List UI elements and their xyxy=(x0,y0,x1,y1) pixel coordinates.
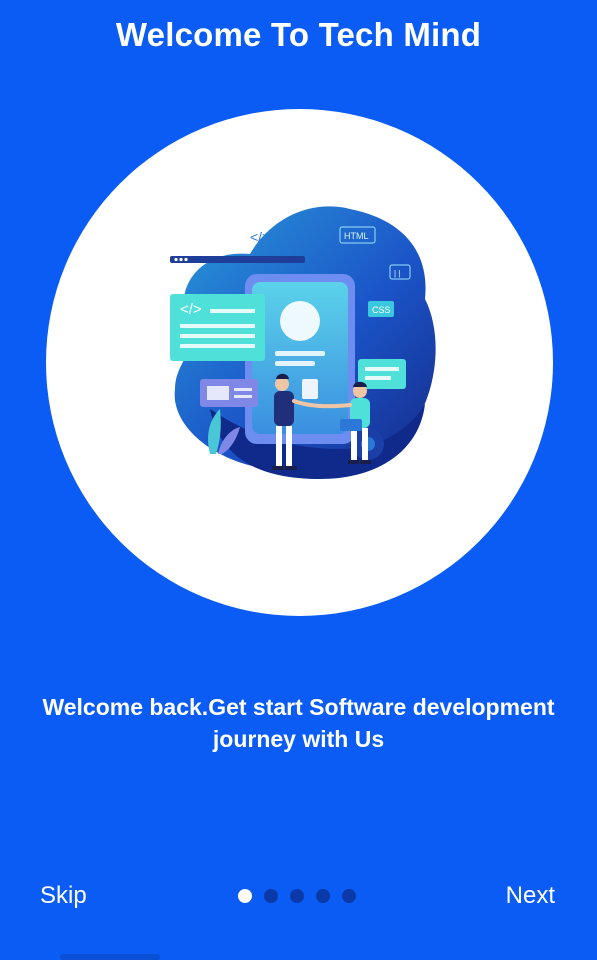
page-title: Welcome To Tech Mind xyxy=(115,16,482,53)
browser-bar xyxy=(170,256,305,263)
code-card-tag: </> xyxy=(180,301,202,318)
welcome-message: Welcome back.Get start Software developm… xyxy=(10,691,587,755)
illustration-circle: </> HTML | | CSS </> xyxy=(46,109,553,616)
next-button[interactable]: Next xyxy=(506,882,555,910)
pause-tag: | | xyxy=(394,269,400,278)
css-tag: CSS xyxy=(372,305,391,315)
code-tag-top: </> xyxy=(250,229,270,245)
skip-button[interactable]: Skip xyxy=(40,882,87,910)
pagination-dot-4[interactable] xyxy=(316,889,330,903)
home-indicator xyxy=(60,954,160,960)
profile-picture xyxy=(280,301,320,341)
pagination-dot-3[interactable] xyxy=(290,889,304,903)
welcome-message-line1: Welcome back.Get start Software developm… xyxy=(42,694,555,720)
tech-illustration: </> HTML | | CSS </> xyxy=(170,206,436,479)
pagination-dots xyxy=(238,889,356,903)
pagination-dot-2[interactable] xyxy=(264,889,278,903)
pagination-dot-5[interactable] xyxy=(342,889,356,903)
html-tag: HTML xyxy=(344,231,369,241)
welcome-message-line2: journey with Us xyxy=(212,726,385,752)
onboarding-screen: Welcome To Tech Mind </> HTML | | CSS </… xyxy=(0,0,597,960)
pagination-dot-1[interactable] xyxy=(238,889,252,903)
